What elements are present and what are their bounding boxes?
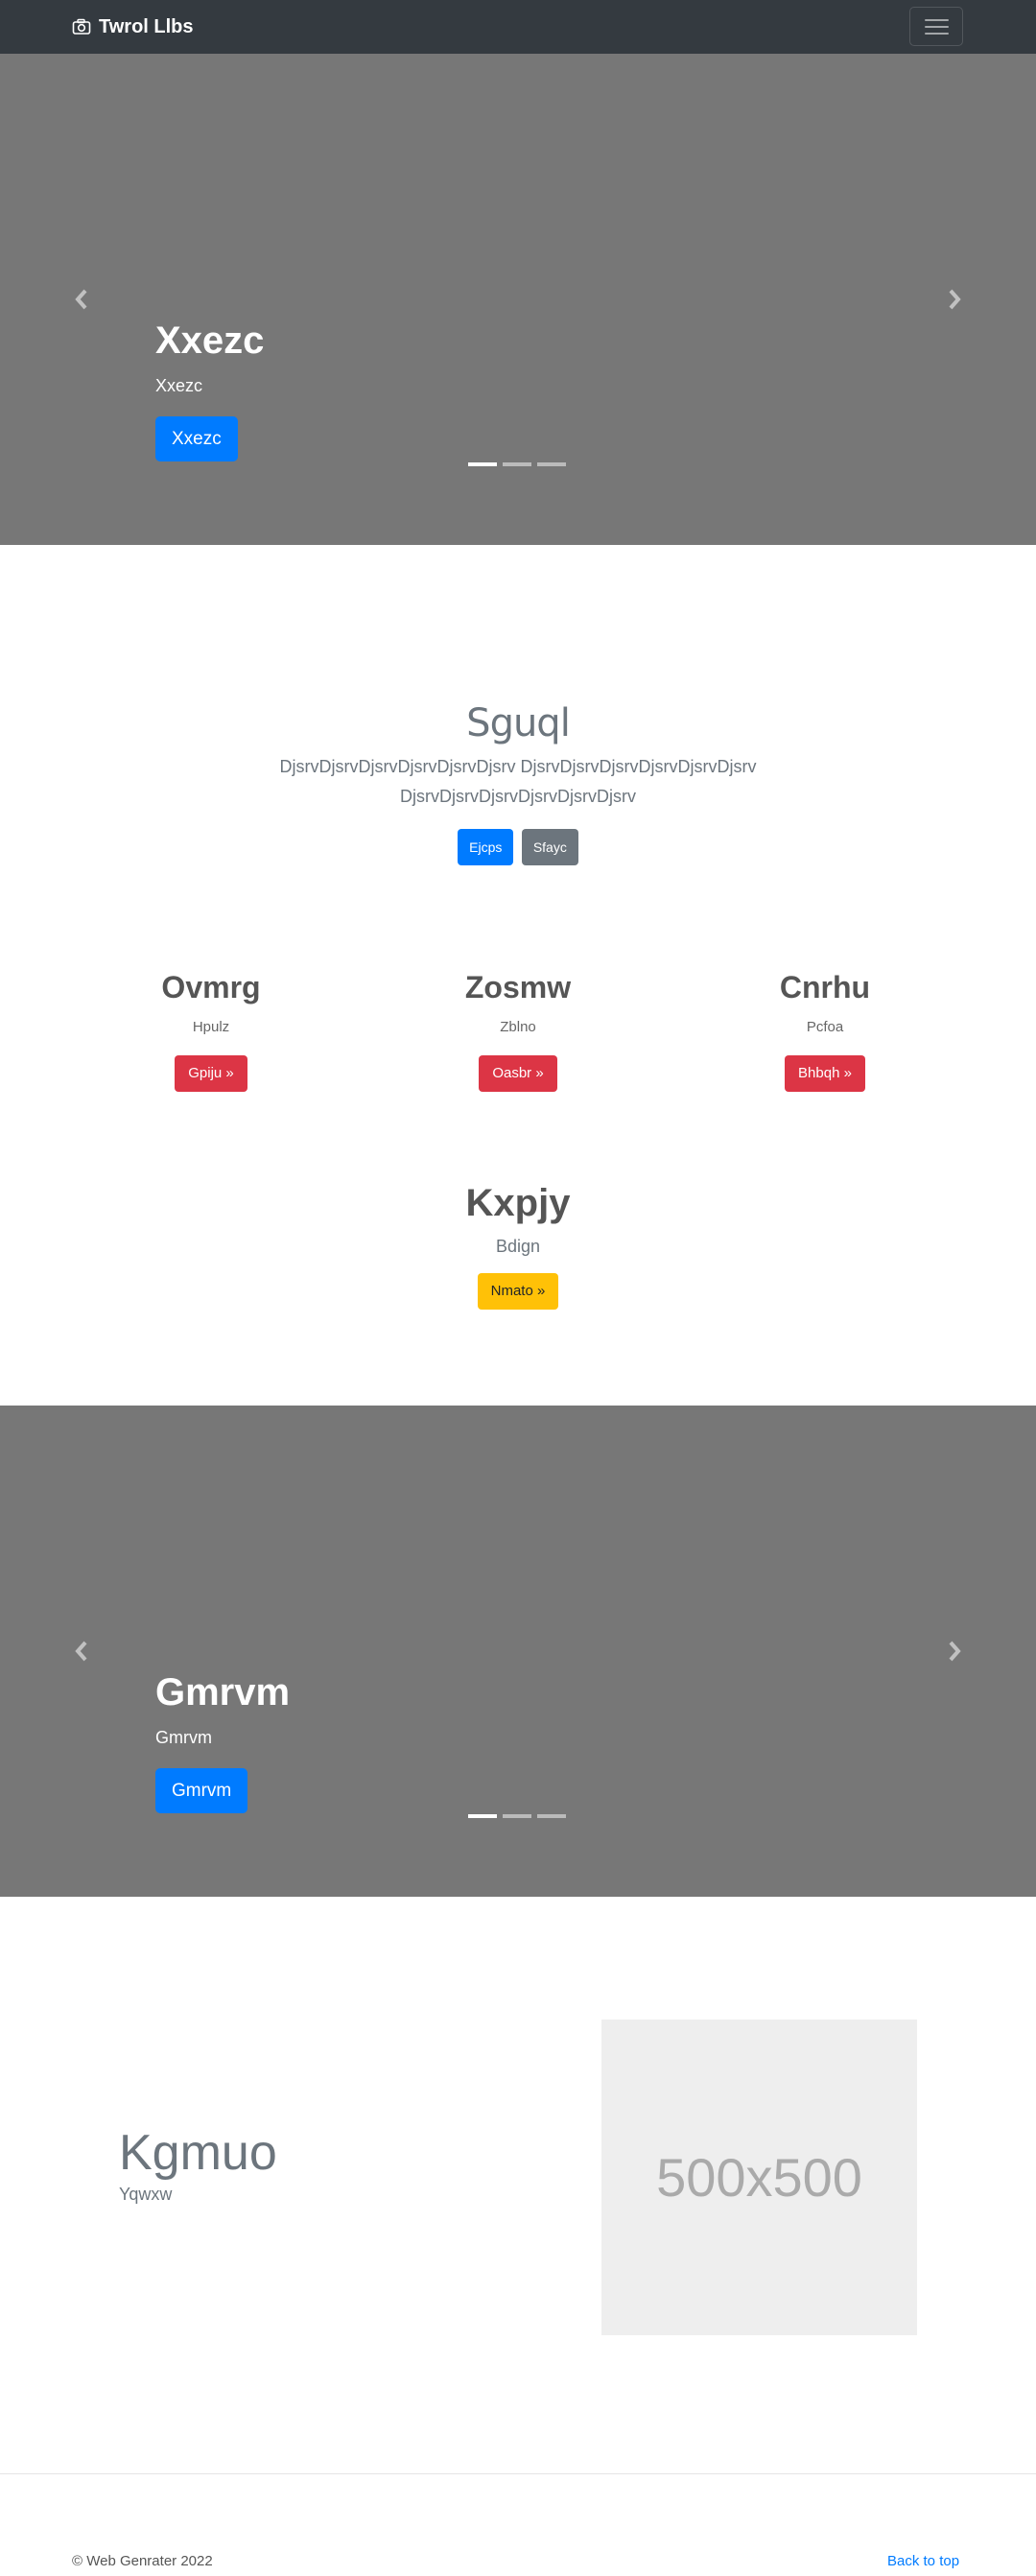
carousel-next-button[interactable] xyxy=(873,54,1036,545)
column-title: Zosmw xyxy=(464,970,572,1004)
hamburger-icon-bar xyxy=(925,33,949,35)
intro-title: Sguql xyxy=(466,701,571,745)
chevron-left-icon xyxy=(75,289,87,310)
column-2: Zosmw Zblno Oasbr » xyxy=(374,969,662,1092)
carousel-indicators xyxy=(468,462,572,466)
carousel-indicator[interactable] xyxy=(468,1814,497,1818)
column-button[interactable]: Bhbqh » xyxy=(785,1055,865,1092)
column-button[interactable]: Gpiju » xyxy=(175,1055,247,1092)
placeholder-label: 500x500 xyxy=(656,2147,862,2208)
brand-link[interactable]: Twrol Llbs xyxy=(72,13,194,40)
feature-image-placeholder: 500x500 xyxy=(601,2020,917,2335)
chevron-right-icon xyxy=(949,289,961,310)
column-3: Cnrhu Pcfoa Bhbqh » xyxy=(681,969,969,1092)
brand-name: Twrol Llbs xyxy=(99,15,194,37)
hamburger-icon-bar xyxy=(925,26,949,28)
carousel-indicator[interactable] xyxy=(503,462,531,466)
carousel-prev-button[interactable] xyxy=(0,54,163,545)
hero-button[interactable]: Xxezc xyxy=(155,416,238,461)
hero2-button[interactable]: Gmrvm xyxy=(155,1768,248,1813)
feature-title: Kgmuo xyxy=(119,2125,277,2181)
carousel-prev-button[interactable] xyxy=(0,1406,163,1897)
navbar: Twrol Llbs xyxy=(0,0,1036,54)
hamburger-icon xyxy=(925,19,949,21)
footer-copyright: © Web Genrater 2022 xyxy=(72,2553,213,2569)
carousel-indicator[interactable] xyxy=(537,462,566,466)
column-button[interactable]: Oasbr » xyxy=(479,1055,557,1092)
column-title: Ovmrg xyxy=(161,970,261,1004)
highlight-text: Bdign xyxy=(495,1237,541,1256)
hero2-title: Gmrvm xyxy=(155,1671,291,1713)
column-text: Pcfoa xyxy=(806,1019,844,1035)
highlight-section: Kxpjy Bdign Nmato » xyxy=(0,1180,1036,1310)
carousel-caption: Xxezc Xxezc Xxezc xyxy=(155,318,264,461)
camera-icon xyxy=(72,18,91,35)
column-text: Zblno xyxy=(500,1019,536,1035)
carousel-indicator[interactable] xyxy=(503,1814,531,1818)
highlight-button[interactable]: Nmato » xyxy=(477,1273,559,1310)
carousel-indicators xyxy=(468,1814,572,1818)
hero2-subtitle: Gmrvm xyxy=(155,1728,212,1747)
menu-toggle-button[interactable] xyxy=(909,7,963,46)
hero-subtitle: Xxezc xyxy=(155,376,203,395)
back-to-top-link[interactable]: Back to top xyxy=(887,2553,959,2569)
carousel-caption: Gmrvm Gmrvm Gmrvm xyxy=(155,1669,290,1813)
chevron-left-icon xyxy=(75,1641,87,1662)
hero-carousel: Xxezc Xxezc Xxezc xyxy=(0,54,1036,545)
hero-title: Xxezc xyxy=(155,319,265,362)
carousel-indicator[interactable] xyxy=(468,462,497,466)
column-text: Hpulz xyxy=(192,1019,230,1035)
highlight-title: Kxpjy xyxy=(465,1182,571,1224)
column-title: Cnrhu xyxy=(779,970,871,1004)
second-carousel: Gmrvm Gmrvm Gmrvm xyxy=(0,1406,1036,1897)
intro-secondary-button[interactable]: Sfayc xyxy=(521,829,578,865)
footer-divider xyxy=(0,2473,1036,2474)
chevron-right-icon xyxy=(949,1641,961,1662)
intro-section: Sguql DjsrvDjsrvDjsrvDjsrvDjsrvDjsrv Djs… xyxy=(0,700,1036,865)
column-1: Ovmrg Hpulz Gpiju » xyxy=(67,969,355,1092)
carousel-indicator[interactable] xyxy=(537,1814,566,1818)
feature-subtitle: Yqwxw xyxy=(119,2185,173,2204)
intro-text: DjsrvDjsrvDjsrvDjsrvDjsrvDjsrv DjsrvDjsr… xyxy=(279,757,757,806)
carousel-next-button[interactable] xyxy=(873,1406,1036,1897)
intro-primary-button[interactable]: Ejcps xyxy=(458,829,514,865)
feature-text: Kgmuo Yqwxw xyxy=(119,2123,277,2206)
